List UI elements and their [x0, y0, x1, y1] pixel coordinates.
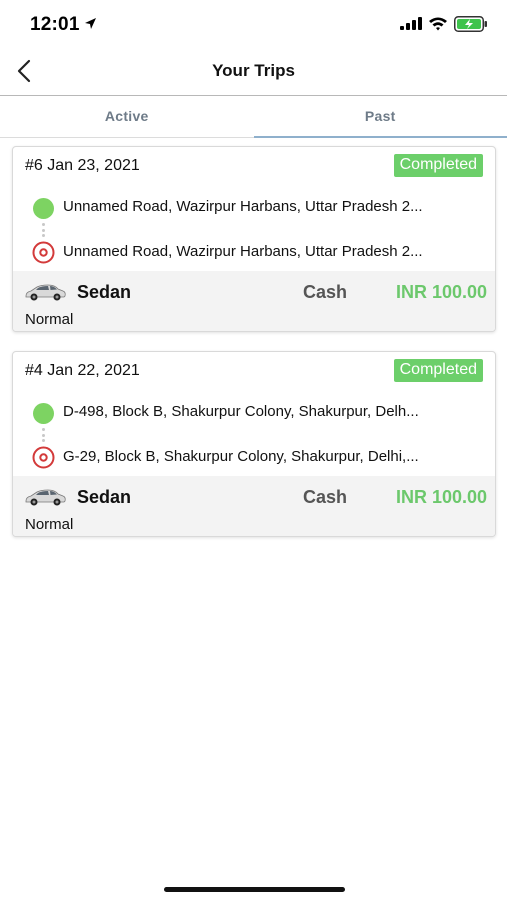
cellular-signal-icon: [400, 17, 422, 30]
fare-amount: INR 100.00: [395, 487, 487, 507]
page-title: Your Trips: [212, 61, 295, 80]
trip-card[interactable]: #6 Jan 23, 2021 Completed Unnamed Road, …: [12, 146, 496, 332]
tab-active[interactable]: Active: [0, 96, 254, 137]
pickup-dot-icon: [33, 403, 54, 424]
service-type: Normal: [25, 311, 74, 328]
route-connector: [42, 223, 45, 237]
dropoff-address: G-29, Block B, Shakurpur Colony, Shakurp…: [63, 448, 419, 465]
service-type: Normal: [25, 516, 74, 533]
status-bar: 12:01: [0, 0, 507, 50]
trip-list: #6 Jan 23, 2021 Completed Unnamed Road, …: [12, 146, 496, 556]
dropoff-target-icon: [32, 446, 55, 469]
fare-amount: INR 100.00: [395, 282, 487, 302]
pickup-address: Unnamed Road, Wazirpur Harbans, Uttar Pr…: [63, 198, 423, 215]
location-arrow-icon: [85, 18, 96, 29]
trip-footer: Sedan Normal Cash INR 100.00: [13, 271, 495, 331]
navigation-bar: Your Trips: [0, 50, 507, 96]
trip-header: #4 Jan 22, 2021: [25, 362, 140, 379]
vehicle-type: Sedan: [77, 282, 132, 302]
home-indicator[interactable]: [164, 887, 345, 892]
dropoff-address: Unnamed Road, Wazirpur Harbans, Uttar Pr…: [63, 243, 423, 260]
pickup-address: D-498, Block B, Shakurpur Colony, Shakur…: [63, 403, 419, 420]
sedan-car-icon: [25, 489, 66, 506]
battery-charging-icon: [454, 16, 487, 32]
payment-method: Cash: [303, 282, 348, 302]
sedan-car-icon: [25, 284, 66, 301]
status-time: 12:01: [30, 14, 80, 35]
payment-method: Cash: [303, 487, 348, 507]
route-connector: [42, 428, 45, 442]
vehicle-type: Sedan: [77, 487, 132, 507]
status-badge: Completed: [393, 359, 483, 382]
pickup-dot-icon: [33, 198, 54, 219]
trip-header: #6 Jan 23, 2021: [25, 157, 140, 174]
trip-card[interactable]: #4 Jan 22, 2021 Completed D-498, Block B…: [12, 351, 496, 537]
dropoff-target-icon: [32, 241, 55, 264]
wifi-icon: [429, 17, 447, 31]
tab-past[interactable]: Past: [253, 96, 507, 138]
trip-footer: Sedan Normal Cash INR 100.00: [13, 476, 495, 536]
status-badge: Completed: [393, 154, 483, 177]
trip-tabs: Active Past: [0, 96, 507, 138]
